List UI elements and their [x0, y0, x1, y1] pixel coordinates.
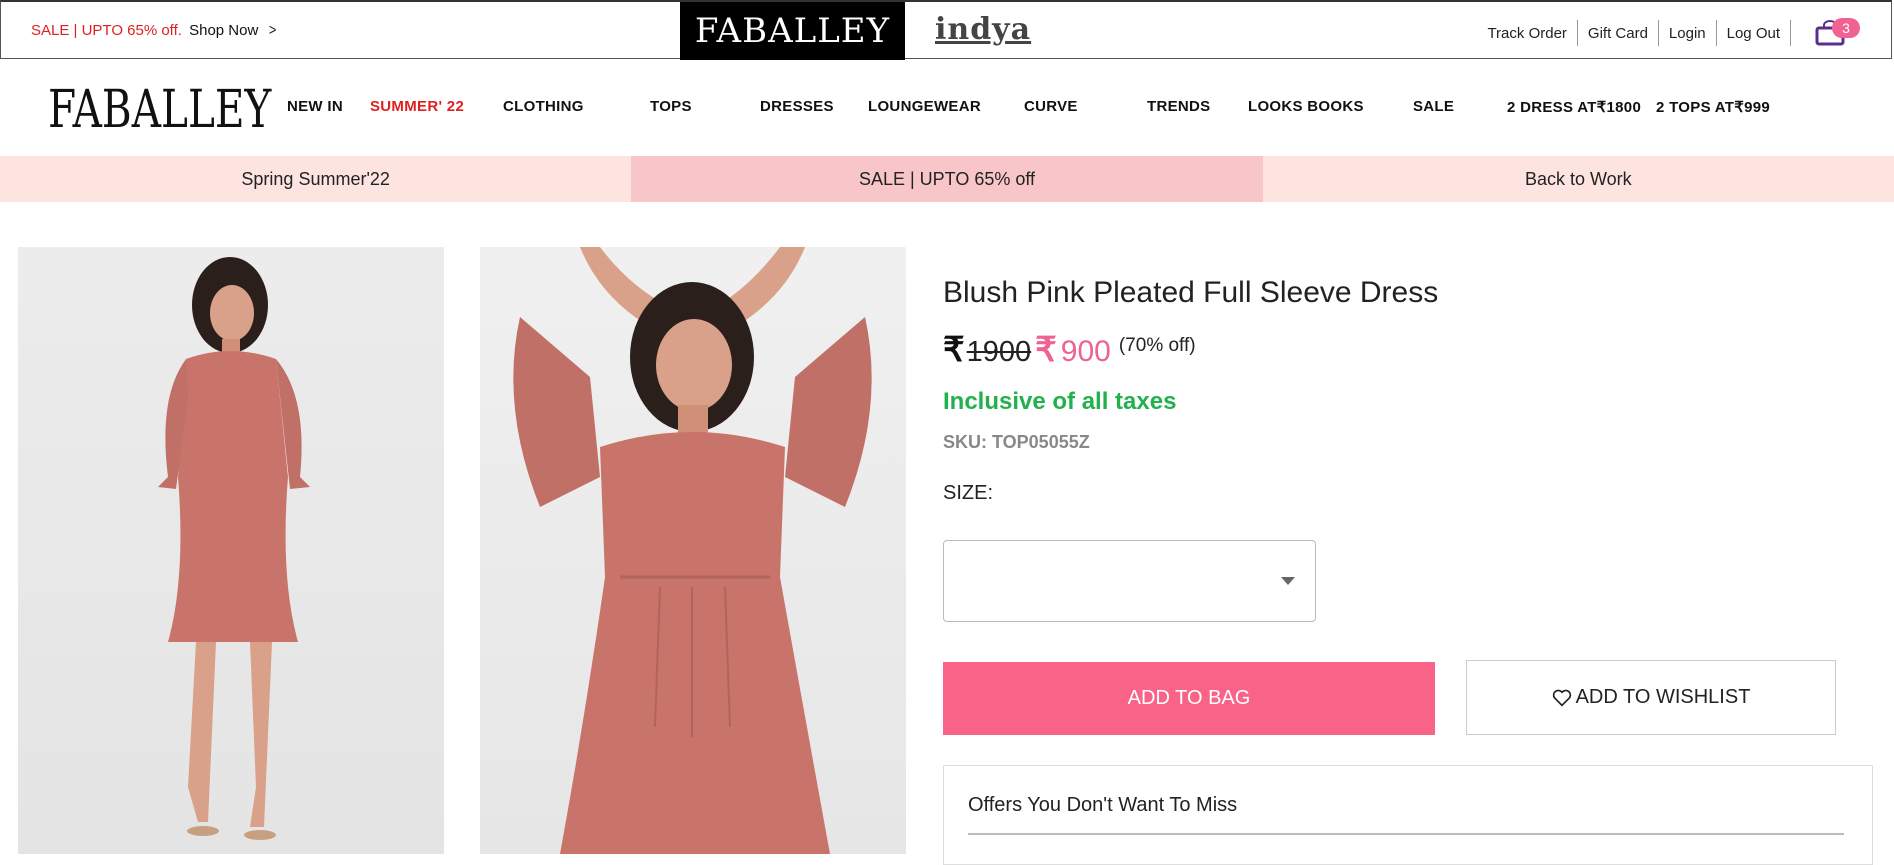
nav-loungewear[interactable]: LOUNGEWEAR: [868, 98, 981, 115]
nav-new-in[interactable]: NEW IN: [287, 98, 343, 115]
cart-count-badge: 3: [1832, 18, 1860, 38]
collection-band: Spring Summer'22 SALE | UPTO 65% off Bac…: [0, 156, 1894, 202]
main-navigation: FABALLEY NEW IN SUMMER' 22 CLOTHING TOPS…: [0, 60, 1894, 156]
original-price: 1900: [966, 336, 1032, 368]
nav-tops[interactable]: TOPS: [650, 98, 692, 115]
size-label: SIZE:: [943, 482, 994, 504]
rupee-icon: ₹: [1035, 331, 1057, 369]
add-to-bag-button[interactable]: ADD TO BAG: [943, 662, 1435, 735]
nav-2-dress-offer[interactable]: 2 DRESS AT₹1800: [1507, 98, 1641, 116]
add-to-wishlist-button[interactable]: ADD TO WISHLIST: [1466, 660, 1836, 735]
band-spring-summer[interactable]: Spring Summer'22: [0, 156, 632, 202]
site-logo[interactable]: FABALLEY: [48, 80, 271, 140]
band-sale[interactable]: SALE | UPTO 65% off: [631, 156, 1263, 202]
price-block: ₹ 1900 ₹ 900 (70% off): [943, 330, 1196, 370]
tax-note: Inclusive of all taxes: [943, 388, 1177, 415]
size-select[interactable]: [943, 540, 1316, 622]
nav-2-tops-offer[interactable]: 2 TOPS AT₹999: [1656, 98, 1770, 116]
divider: [1790, 20, 1791, 46]
sale-price: 900: [1060, 335, 1111, 368]
offers-panel: Offers You Don't Want To Miss: [943, 765, 1873, 865]
shop-now-link[interactable]: Shop Now: [189, 22, 258, 39]
product-image-closeup[interactable]: [480, 247, 906, 854]
model-closeup-illustration: [513, 247, 872, 854]
band-back-to-work[interactable]: Back to Work: [1262, 156, 1894, 202]
nav-sale[interactable]: SALE: [1413, 98, 1454, 115]
nav-summer-22[interactable]: SUMMER' 22: [370, 98, 464, 115]
nav-looks-books[interactable]: LOOKS BOOKS: [1248, 98, 1364, 115]
nav-dresses[interactable]: DRESSES: [760, 98, 834, 115]
nav-curve[interactable]: CURVE: [1024, 98, 1078, 115]
promo-banner[interactable]: SALE | UPTO 65% off. Shop Now >: [31, 22, 278, 40]
divider: [968, 833, 1844, 835]
product-image-front[interactable]: [18, 247, 444, 854]
nav-clothing[interactable]: CLOTHING: [503, 98, 584, 115]
logout-link[interactable]: Log Out: [1717, 25, 1790, 42]
gift-card-link[interactable]: Gift Card: [1578, 25, 1658, 42]
promo-sale-text: SALE | UPTO 65% off.: [31, 22, 182, 39]
offers-title: Offers You Don't Want To Miss: [968, 794, 1238, 816]
chevron-right-icon: >: [269, 22, 277, 39]
nav-trends[interactable]: TRENDS: [1147, 98, 1210, 115]
model-full-length-illustration: [158, 257, 310, 840]
login-link[interactable]: Login: [1659, 25, 1716, 42]
rupee-icon: ₹: [943, 331, 965, 369]
discount-label: (70% off): [1118, 335, 1196, 356]
track-order-link[interactable]: Track Order: [1477, 25, 1576, 42]
product-title: Blush Pink Pleated Full Sleeve Dress: [943, 276, 1439, 309]
caret-down-icon: [1281, 577, 1295, 585]
heart-icon: [1552, 689, 1571, 707]
account-links: Track Order Gift Card Login Log Out: [1477, 20, 1791, 46]
faballey-brand-tab[interactable]: FABALLEY: [680, 2, 905, 60]
sku-label: SKU: TOP05055Z: [943, 432, 1090, 452]
indya-brand-tab[interactable]: indya: [935, 12, 1031, 47]
wishlist-label: ADD TO WISHLIST: [1575, 686, 1751, 708]
